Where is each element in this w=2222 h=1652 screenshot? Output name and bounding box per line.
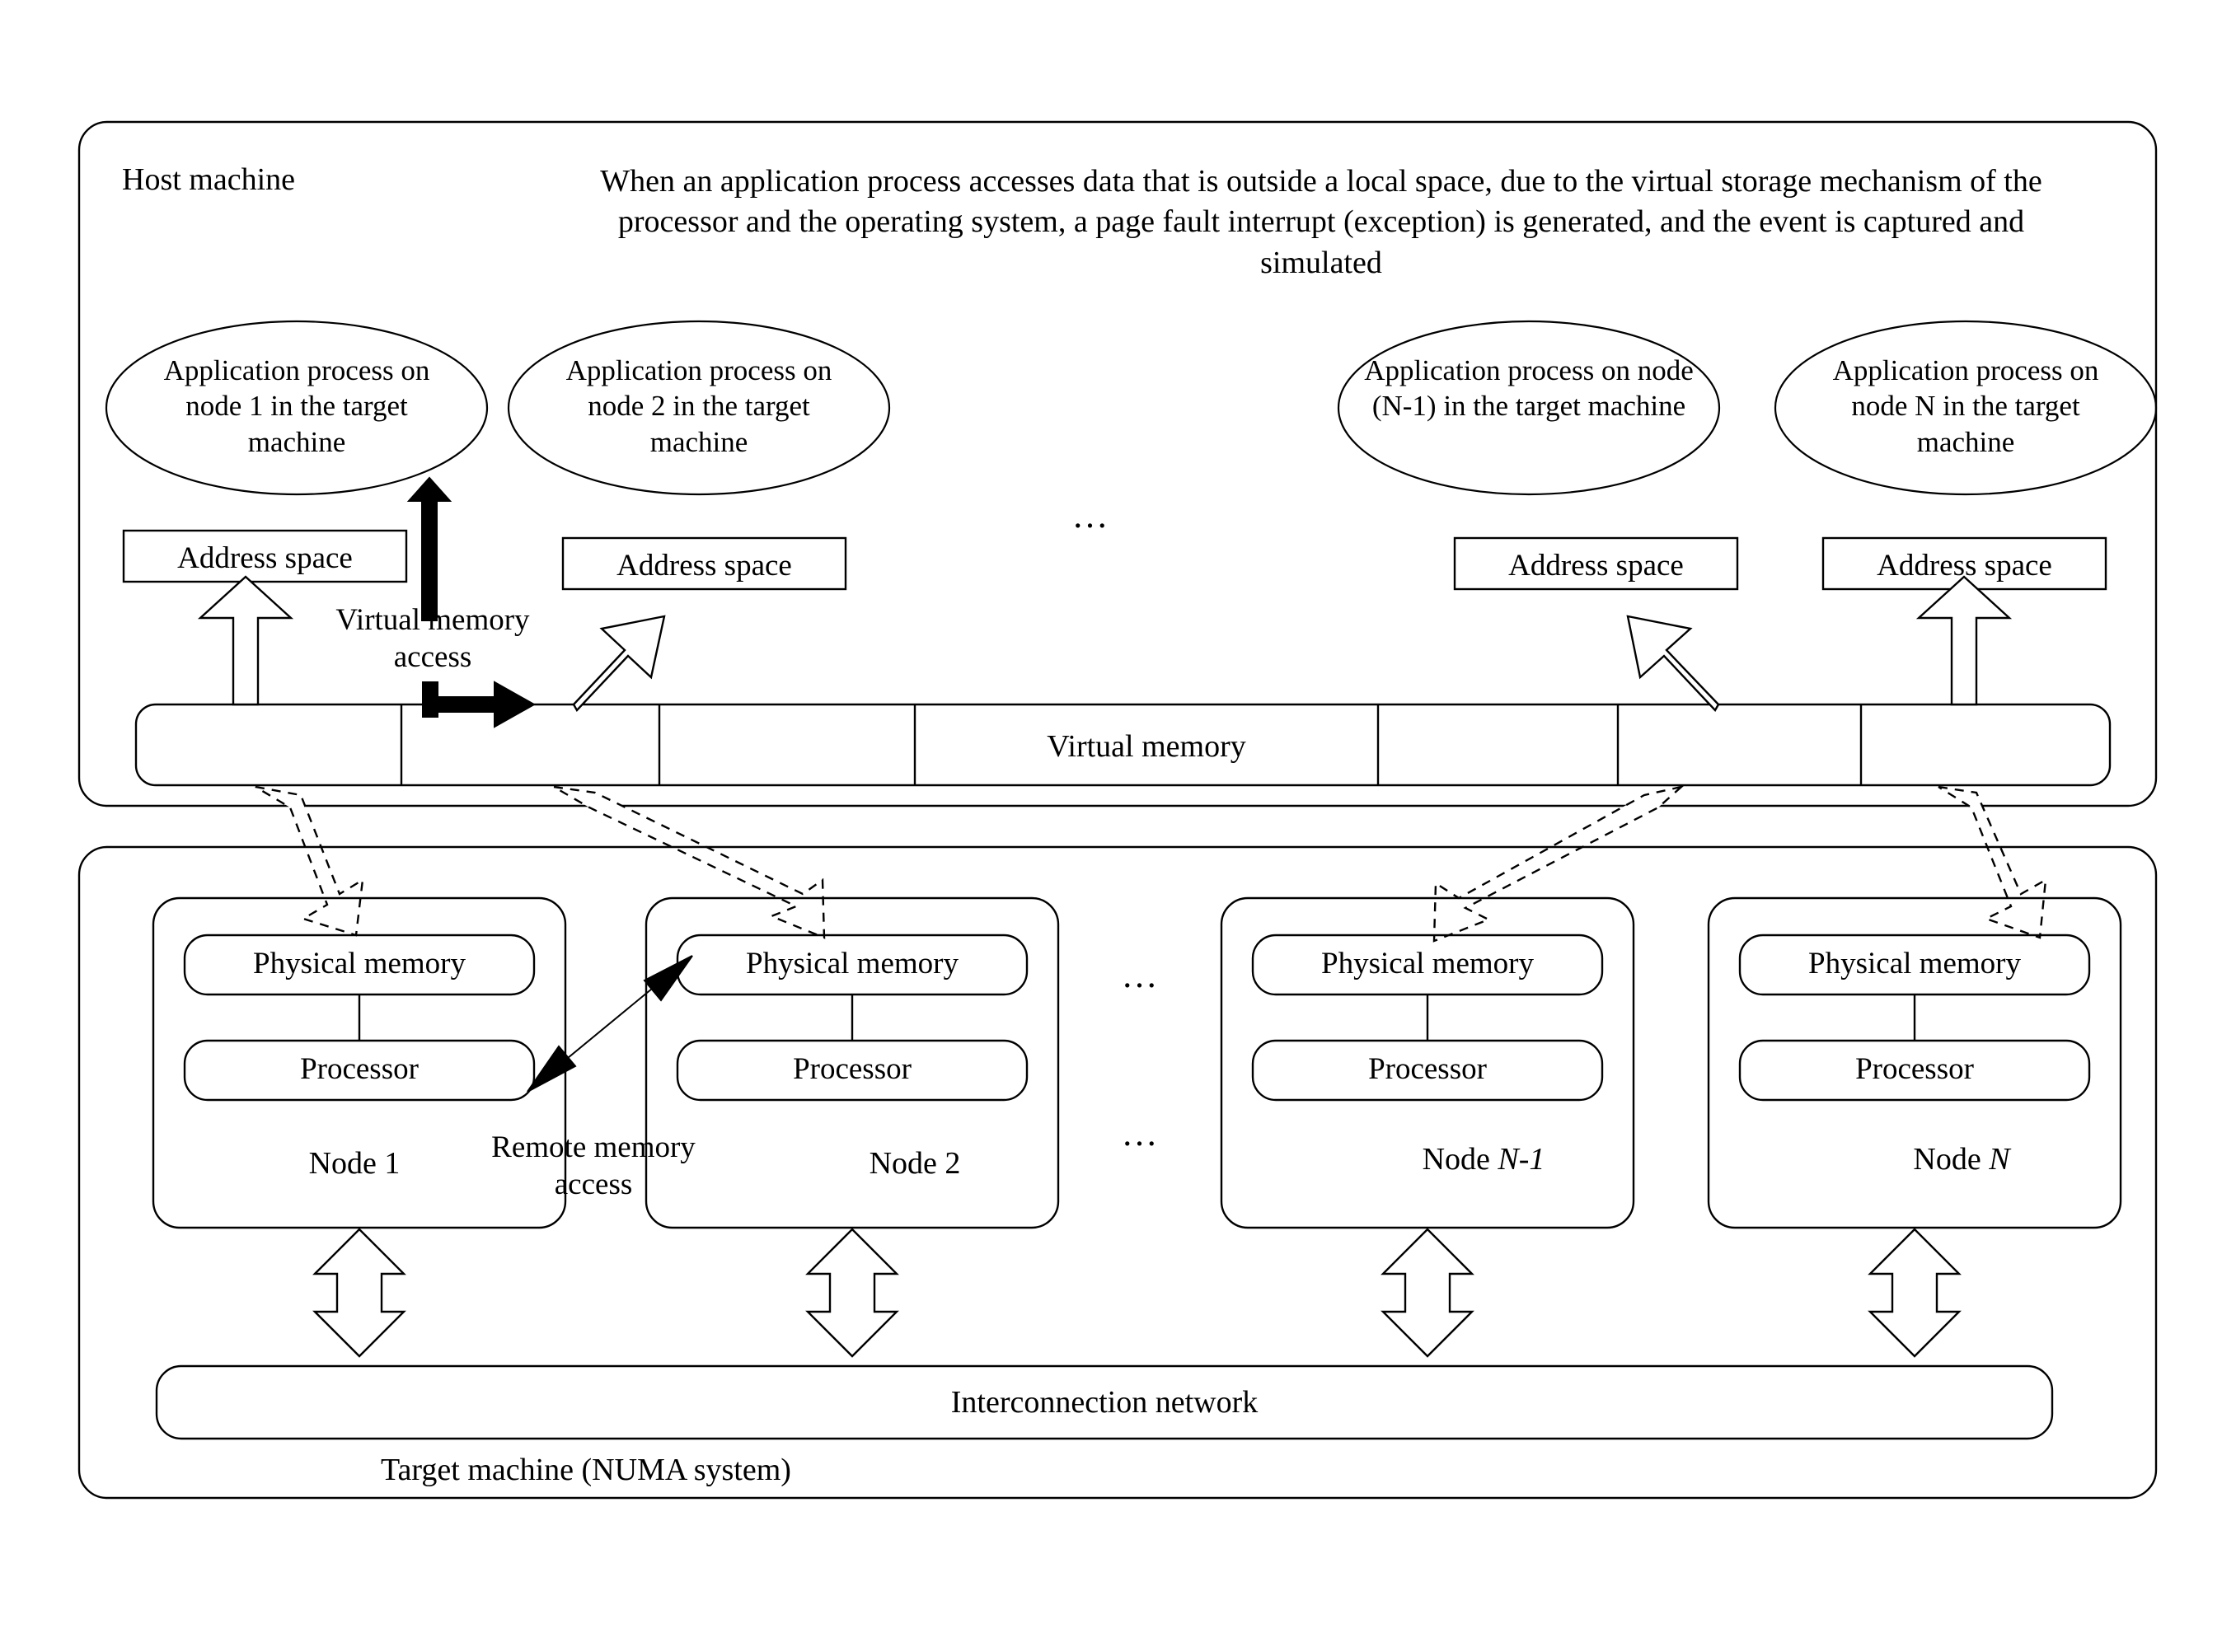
process-label-3: Application process on node (N-1) in the…	[1364, 354, 1694, 423]
virtual-memory-access-label: Virtual memory access	[335, 603, 530, 675]
node-name-label-4: Node N	[1913, 1142, 2010, 1177]
process-label-1: Application process on node 1 in the tar…	[163, 354, 430, 458]
vm-to-physical-memory-arrow-4	[1938, 785, 2047, 939]
processor-label-4: Processor	[1855, 1052, 1974, 1086]
vm-to-physical-memory-arrow-1	[255, 785, 364, 937]
node-interconnect-arrow-1	[312, 1228, 406, 1358]
diagram-canvas: .ln{fill:none;stroke:#000;stroke-width:2…	[0, 0, 2222, 1652]
address-space-label-1: Address space	[177, 541, 353, 575]
node-name-label-2: Node 2	[869, 1146, 961, 1181]
processor-label-2: Processor	[793, 1052, 912, 1086]
node-name-label-3: Node N-1	[1422, 1142, 1545, 1177]
host-description: When an application process accesses dat…	[600, 164, 2042, 280]
address-space-label-4: Address space	[1877, 549, 2052, 583]
node-interconnect-arrow-3	[1381, 1228, 1474, 1358]
virtual-memory-access-right-shaft2	[422, 696, 502, 713]
target-machine-label: Target machine (NUMA system)	[381, 1453, 791, 1487]
remote-memory-access-arrow	[527, 955, 693, 1093]
vm-to-address-space-arrow-3	[1626, 615, 1720, 713]
vm-to-address-space-arrow-4	[1915, 575, 2013, 706]
vm-to-physical-memory-arrow-3	[1432, 784, 1685, 943]
virtual-memory-label: Virtual memory	[1047, 729, 1246, 764]
processor-label-3: Processor	[1368, 1052, 1487, 1086]
node-interconnect-arrow-4	[1868, 1228, 1962, 1358]
node-interconnect-arrow-2	[805, 1228, 899, 1358]
remote-memory-access-label: Remote memory access	[491, 1130, 696, 1202]
address-space-label-2: Address space	[616, 549, 792, 583]
vm-to-physical-memory-arrow-2	[553, 785, 826, 939]
process-ellipsis: …	[1071, 495, 1113, 536]
vm-to-address-space-arrow-2	[572, 615, 666, 713]
node-ellipsis-bottom: …	[1121, 1113, 1162, 1154]
interconnection-network-label: Interconnection network	[950, 1385, 1259, 1420]
address-space-label-3: Address space	[1508, 549, 1684, 583]
physical-memory-label-1: Physical memory	[253, 947, 466, 980]
physical-memory-label-3: Physical memory	[1321, 947, 1534, 980]
processor-label-1: Processor	[300, 1052, 419, 1086]
vm-to-address-space-arrow-1	[197, 575, 294, 706]
host-machine-label: Host machine	[122, 162, 296, 197]
virtual-memory-access-right-arrowhead	[494, 681, 537, 728]
process-label-2: Application process on node 2 in the tar…	[565, 354, 832, 458]
node-ellipsis-top: …	[1121, 955, 1162, 995]
node-name-label-1: Node 1	[308, 1146, 401, 1181]
physical-memory-label-4: Physical memory	[1808, 947, 2021, 980]
physical-memory-label-2: Physical memory	[746, 947, 959, 980]
process-label-4: Application process on node N in the tar…	[1832, 354, 2099, 458]
